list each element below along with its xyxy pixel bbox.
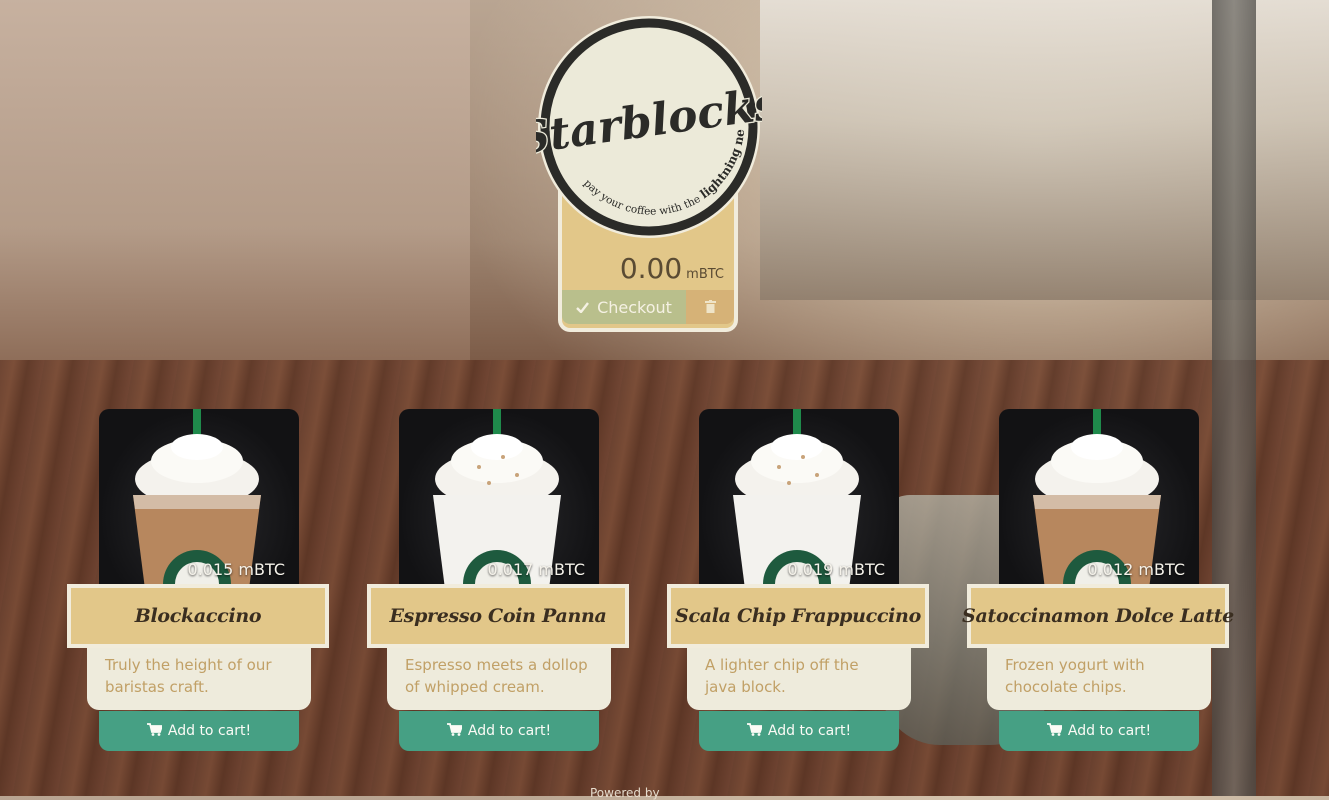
- add-to-cart-button[interactable]: Add to cart!: [999, 711, 1199, 751]
- footer-text: Powered by: [590, 786, 660, 800]
- product-description: Frozen yogurt with chocolate chips.: [987, 648, 1211, 710]
- cart-icon: [146, 722, 164, 740]
- product-description: Espresso meets a dollop of whipped cream…: [387, 648, 611, 710]
- product-photo: 0.019 mBTC: [699, 409, 899, 589]
- starblocks-logo: Starblocks pay your coffee with the ligh…: [513, 3, 783, 240]
- add-to-cart-button[interactable]: Add to cart!: [699, 711, 899, 751]
- add-to-cart-label: Add to cart!: [767, 723, 852, 739]
- product-card: 0.017 mBTC Espresso Coin Panna Espresso …: [367, 409, 629, 751]
- cart-icon: [746, 722, 764, 740]
- product-card: 0.015 mBTC Blockaccino Truly the height …: [67, 409, 329, 751]
- cart-icon: [1046, 722, 1064, 740]
- product-photo: 0.012 mBTC: [999, 409, 1199, 589]
- checkout-label: Checkout: [597, 297, 672, 317]
- cart-total: 0.00 mBTC: [620, 252, 724, 285]
- cart-icon: [446, 722, 464, 740]
- cart-total-value: 0.00: [619, 252, 683, 285]
- product-title-box: Satoccinamon Dolce Latte: [962, 584, 1234, 648]
- add-to-cart-label: Add to cart!: [1067, 723, 1152, 739]
- product-title-box: Espresso Coin Panna: [367, 584, 629, 648]
- cart-total-unit: mBTC: [686, 267, 724, 282]
- add-to-cart-label: Add to cart!: [467, 723, 552, 739]
- cart-actions: Checkout: [562, 290, 734, 324]
- product-description: A lighter chip off the java block.: [687, 648, 911, 710]
- product-title-box: Blockaccino: [67, 584, 329, 648]
- product-photo: 0.015 mBTC: [99, 409, 299, 589]
- product-price: 0.019 mBTC: [787, 560, 885, 579]
- product-price: 0.015 mBTC: [187, 560, 285, 579]
- product-name: Blockaccino: [134, 605, 262, 627]
- check-icon: [576, 298, 590, 317]
- product-price: 0.012 mBTC: [1087, 560, 1185, 579]
- trash-icon: [704, 298, 716, 317]
- product-title-box: Scala Chip Frappuccino: [667, 584, 929, 648]
- product-card: 0.019 mBTC Scala Chip Frappuccino A ligh…: [667, 409, 929, 751]
- product-name: Scala Chip Frappuccino: [675, 605, 921, 627]
- clear-cart-button[interactable]: [686, 290, 734, 324]
- product-card: 0.012 mBTC Satoccinamon Dolce Latte Froz…: [962, 409, 1234, 751]
- product-description: Truly the height of our baristas craft.: [87, 648, 311, 710]
- product-price: 0.017 mBTC: [487, 560, 585, 579]
- product-photo: 0.017 mBTC: [399, 409, 599, 589]
- add-to-cart-button[interactable]: Add to cart!: [399, 711, 599, 751]
- product-name: Espresso Coin Panna: [389, 605, 607, 627]
- background-wall: [0, 0, 470, 380]
- checkout-button[interactable]: Checkout: [562, 290, 686, 324]
- add-to-cart-button[interactable]: Add to cart!: [99, 711, 299, 751]
- product-name: Satoccinamon Dolce Latte: [962, 605, 1234, 627]
- add-to-cart-label: Add to cart!: [167, 723, 252, 739]
